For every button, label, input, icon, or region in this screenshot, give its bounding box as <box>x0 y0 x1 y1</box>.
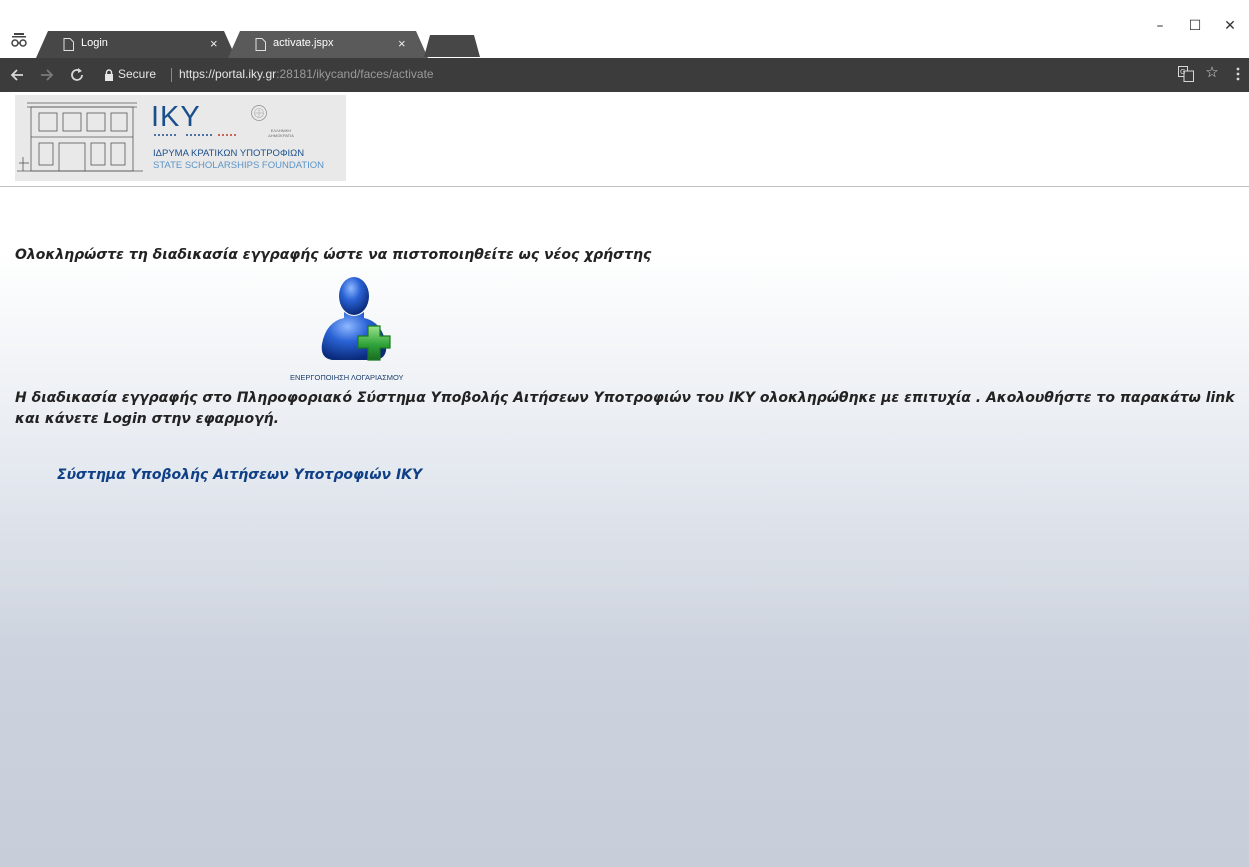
page-heading: Ολοκληρώστε τη διαδικασία εγγραφής ώστε … <box>15 247 652 263</box>
toolbar: Secure https://portal.iky.gr:28181/ikyca… <box>0 58 1249 92</box>
seal-icon <box>251 105 267 121</box>
address-separator <box>171 68 172 82</box>
url-text: https://portal.iky.gr:28181/ikycand/face… <box>179 67 434 81</box>
success-message: Η διαδικασία εγγραφής στο Πληροφοριακό Σ… <box>15 390 1235 427</box>
back-icon[interactable] <box>8 66 26 84</box>
page-icon <box>63 38 74 51</box>
lock-icon <box>105 69 113 81</box>
url-path: :28181/ikycand/faces/activate <box>276 67 434 81</box>
iky-logo: IKY ΕΛΛΗΝΙΚΗ ΔΗΜΟΚΡΑΤΙΑ ΙΔΡΥΜΑ ΚΡΑΤΙΚΩΝ … <box>15 95 346 181</box>
building-illustration <box>17 102 143 172</box>
reload-icon[interactable] <box>68 66 86 84</box>
tab-activate[interactable]: activate.jspx × <box>228 31 428 58</box>
site-header: IKY ΕΛΛΗΝΙΚΗ ΔΗΜΟΚΡΑΤΙΑ ΙΔΡΥΜΑ ΚΡΑΤΙΚΩΝ … <box>0 92 1249 187</box>
logo-name-english: STATE SCHOLARSHIPS FOUNDATION <box>153 160 325 171</box>
menu-icon[interactable] <box>1235 66 1241 82</box>
security-label: Secure <box>118 67 157 81</box>
logo-acronym: IKY <box>151 101 201 133</box>
minimize-button[interactable]: – <box>1150 16 1170 36</box>
add-user-icon <box>321 277 391 361</box>
logo-name-greek: ΙΔΡΥΜΑ ΚΡΑΤΙΚΩΝ ΥΠΟΤΡΟΦΙΩΝ <box>153 148 305 159</box>
browser-window: Login × activate.jspx × – ☐ ✕ Secure htt… <box>0 0 1249 867</box>
logo-dots <box>154 134 236 136</box>
close-window-button[interactable]: ✕ <box>1220 16 1240 36</box>
tab-login[interactable]: Login × <box>36 31 236 58</box>
tab-strip: Login × activate.jspx × – ☐ ✕ <box>0 0 1249 58</box>
url-scheme: https:// <box>179 67 216 81</box>
new-tab-button[interactable] <box>420 35 484 57</box>
maximize-button[interactable]: ☐ <box>1185 16 1205 36</box>
translate-icon[interactable]: G <box>1178 66 1194 82</box>
tab-title: Login <box>81 37 108 49</box>
address-bar[interactable]: Secure https://portal.iky.gr:28181/ikyca… <box>97 63 1147 87</box>
tab-title: activate.jspx <box>273 37 334 49</box>
page-content: IKY ΕΛΛΗΝΙΚΗ ΔΗΜΟΚΡΑΤΙΑ ΙΔΡΥΜΑ ΚΡΑΤΙΚΩΝ … <box>0 92 1249 867</box>
forward-icon[interactable] <box>38 66 56 84</box>
svg-text:G: G <box>1180 68 1185 76</box>
url-host: portal.iky.gr <box>215 67 277 81</box>
seal-text: ΕΛΛΗΝΙΚΗ ΔΗΜΟΚΡΑΤΙΑ <box>268 128 294 138</box>
incognito-icon <box>11 33 27 47</box>
star-icon[interactable]: ☆ <box>1203 63 1221 81</box>
close-tab-icon[interactable]: × <box>210 36 218 51</box>
close-tab-icon[interactable]: × <box>398 36 406 51</box>
activate-account-caption: ΕΝΕΡΓΟΠΟΙΗΣΗ ΛΟΓΑΡΙΑΣΜΟΥ <box>290 373 404 382</box>
application-system-link[interactable]: Σύστημα Υποβολής Αιτήσεων Υποτροφιών ΙΚΥ <box>57 467 422 483</box>
page-icon <box>255 38 266 51</box>
